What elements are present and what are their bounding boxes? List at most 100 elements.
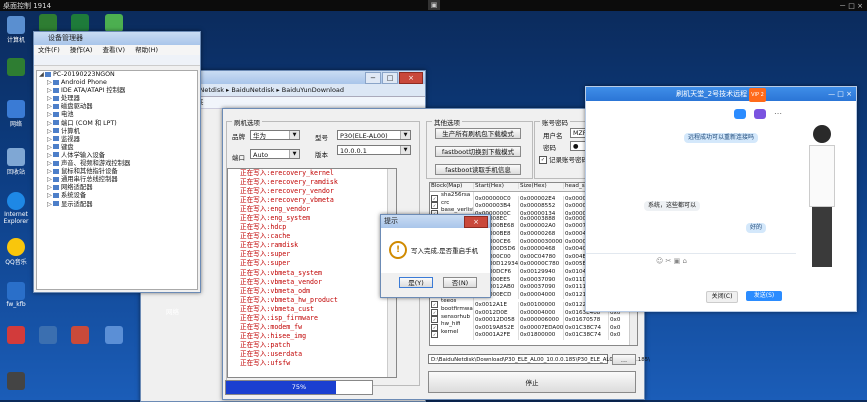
model-select[interactable]: P30(ELE-AL00) ▼ <box>337 130 411 140</box>
browse-button[interactable]: ... <box>612 354 636 365</box>
menu-help[interactable]: 帮助(H) <box>135 46 158 54</box>
checkbox-check-icon: ✓ <box>539 156 547 164</box>
desktop-icon-fw[interactable]: fw_kfb <box>2 282 30 308</box>
video-call-icon[interactable] <box>754 109 766 119</box>
chat-title: 刷机天堂_2号技术远程 <box>676 90 748 98</box>
flash-log: 正在写入:erecovery_kernel 正在写入:erecovery_ramd… <box>227 168 397 378</box>
fastboot-read-info-button[interactable]: fastboot读取手机信息 <box>435 164 521 175</box>
chat-close-button[interactable]: 关闭(C) <box>706 291 738 303</box>
tree-root[interactable]: ◢ PC-20190223NGON <box>37 71 197 79</box>
menu-action[interactable]: 操作(A) <box>70 46 93 54</box>
firmware-path-input[interactable]: D:\BaiduNetdisk\Download\P30_ELE_AL00_10… <box>428 354 650 364</box>
tree-item[interactable]: ▷ 键盘 <box>37 144 197 152</box>
device-icon <box>53 79 59 85</box>
tree-item[interactable]: ▷ 声音、视频和游戏控制器 <box>37 160 197 168</box>
minimize-button[interactable]: − <box>365 72 381 84</box>
maximize-button[interactable]: □ <box>382 72 398 84</box>
tree-label: 监视器 <box>61 135 80 143</box>
chat-send-button[interactable]: 发送(S) <box>746 291 782 301</box>
desktop-icon-ie[interactable]: Internet Explorer <box>2 192 30 225</box>
more-icon[interactable]: ⋯ <box>774 109 786 119</box>
tree-item[interactable]: ▷ 系统设备 <box>37 192 197 200</box>
device-manager-window: 设备管理器 文件(F) 操作(A) 查看(V) 帮助(H) ◢ PC-201902… <box>33 31 201 293</box>
port-value: Auto <box>253 151 269 159</box>
chat-window-controls[interactable]: — □ × <box>828 87 852 101</box>
desktop-icon-extra3[interactable] <box>100 326 128 345</box>
port-select[interactable]: Auto ▼ <box>250 149 300 159</box>
input-divider <box>586 253 796 254</box>
remote-window-controls[interactable]: － □ × <box>839 1 863 11</box>
recycle-bin-icon <box>7 148 25 166</box>
app-icon <box>39 14 57 32</box>
remember-checkbox[interactable]: ✓ 记录账号密码 <box>539 154 588 164</box>
log-line: 正在写入:erecovery_vbmeta <box>240 196 334 205</box>
column-header[interactable]: Size(Hex) <box>519 183 564 189</box>
close-button[interactable]: × <box>464 216 488 228</box>
brand-select[interactable]: 华为 ▼ <box>250 130 300 140</box>
tree-item[interactable]: ▷ Android Phone <box>37 79 197 87</box>
desktop-icon-recycle[interactable]: 回收站 <box>2 148 30 176</box>
log-line: 正在写入:erecovery_ramdisk <box>240 178 338 187</box>
tree-item[interactable]: ▷ 显示适配器 <box>37 201 197 209</box>
network-icon <box>7 100 25 118</box>
phone-call-icon[interactable] <box>734 109 746 119</box>
row-checkbox-cell[interactable]: ✓kernel <box>430 328 474 340</box>
port-label: 端口 <box>232 154 245 162</box>
gen-rom-button[interactable]: 生产所有刷机包下载模式 <box>435 128 521 139</box>
tree-item[interactable]: ▷ 计算机 <box>37 128 197 136</box>
close-button[interactable]: × <box>399 72 423 84</box>
warning-icon: ! <box>389 241 407 259</box>
tree-item[interactable]: ▷ 电池 <box>37 111 197 119</box>
desktop-icon-label: 计算机 <box>6 37 25 44</box>
desktop-icon-extra2[interactable] <box>66 326 94 345</box>
table-row[interactable]: ✓sensorhub0x00012D058 0x000006000 0x016705… <box>430 313 637 325</box>
tree-label: 端口 (COM 和 LPT) <box>61 119 117 127</box>
model-value: P30(ELE-AL00) <box>340 132 388 140</box>
desktop-icon-green[interactable] <box>2 58 30 77</box>
tree-item[interactable]: ▷ 端口 (COM 和 LPT) <box>37 120 197 128</box>
tree-label: Android Phone <box>61 79 107 87</box>
chat-toolbar-icons[interactable]: ☺ ✂ ▣ ⌂ <box>656 257 687 265</box>
desktop-icon-qqmusic[interactable]: QQ音乐 <box>2 238 30 266</box>
confirm-dialog: 提示 × ! 写入完成,是否重启手机 是(Y) 否(N) <box>380 214 491 298</box>
app-icon <box>39 326 57 344</box>
version-select[interactable]: 10.0.0.1 ▼ <box>337 145 411 155</box>
menu-view[interactable]: 查看(V) <box>103 46 126 54</box>
chevron-down-icon: ▼ <box>289 150 299 158</box>
tree-item[interactable]: ▷ 鼠标和其他指针设备 <box>37 168 197 176</box>
table-cell: 0x01800000 <box>519 332 564 340</box>
stop-button[interactable]: 停止 <box>428 371 636 393</box>
model-label: 型号 <box>315 134 328 142</box>
yes-button[interactable]: 是(Y) <box>399 277 433 288</box>
table-row[interactable]: ✓kernel0x0001A2FE 0x01800000 0x01C38C74 0x0 <box>430 328 637 340</box>
group-title: 刷机选项 <box>232 117 262 127</box>
tree-label: 鼠标和其他指针设备 <box>61 168 118 176</box>
progress-text: 75% <box>291 383 307 391</box>
desktop-icon-computer[interactable]: 计算机 <box>2 16 30 44</box>
no-button[interactable]: 否(N) <box>443 277 477 288</box>
desktop-icon-last[interactable] <box>2 372 30 391</box>
desktop-icon-label: QQ音乐 <box>5 259 27 266</box>
device-icon <box>53 152 59 158</box>
chevron-down-icon: ▼ <box>289 131 299 139</box>
log-line: 正在写入:modem_fw <box>240 322 303 331</box>
column-header[interactable]: Start(Hex) <box>474 183 519 189</box>
checkbox-check-icon[interactable]: ✓ <box>431 331 438 339</box>
fastboot-download-button[interactable]: fastboot切换到下载模式 <box>435 146 521 157</box>
tree-item[interactable]: ▷ 人体学输入设备 <box>37 152 197 160</box>
desktop-icon-label: 回收站 <box>6 169 25 176</box>
explorer-network-item[interactable]: 网络 <box>166 306 179 316</box>
device-icon <box>53 111 59 117</box>
avatar-figure <box>802 125 842 275</box>
column-header[interactable]: Block(Map) <box>430 183 474 189</box>
menu-file[interactable]: 文件(F) <box>38 46 60 54</box>
remote-center-button[interactable]: ▣ <box>428 0 440 10</box>
table-row[interactable]: ✓hw_hifi0x0019A852E 0x00007EDA00 0x01C38C7… <box>430 321 637 333</box>
desktop-icon-network[interactable]: 网络 <box>2 100 30 128</box>
excel-icon <box>71 14 89 32</box>
desktop-icon-extra1[interactable] <box>34 326 62 345</box>
tree-label: 键盘 <box>61 143 74 151</box>
device-icon <box>53 144 59 150</box>
tree-item[interactable]: ▷ 监视器 <box>37 136 197 144</box>
desktop-icon-red[interactable] <box>2 326 30 345</box>
